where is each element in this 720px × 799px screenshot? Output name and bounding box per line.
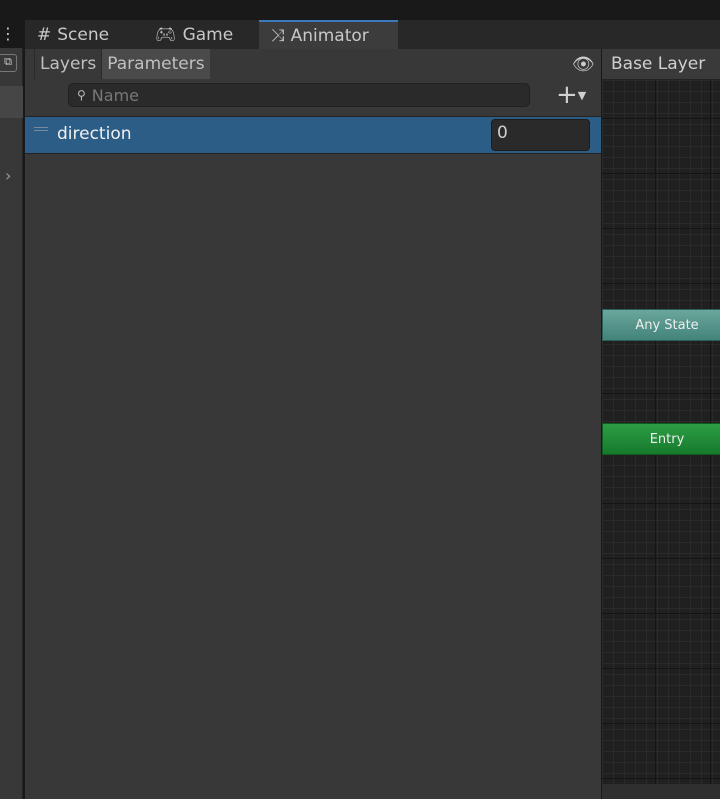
animator-icon: ⤨ bbox=[271, 25, 285, 46]
any-state-node[interactable]: Any State bbox=[602, 309, 720, 341]
left-strip-selection bbox=[0, 86, 23, 118]
gamepad-icon: 🎮︎ bbox=[155, 24, 177, 45]
parameter-value-field[interactable]: 0 bbox=[491, 119, 590, 151]
tab-layers[interactable]: Layers bbox=[34, 49, 101, 79]
left-strip: ⧉ › bbox=[0, 48, 23, 799]
graph-scrollbar[interactable] bbox=[602, 784, 720, 799]
tab-animator[interactable]: ⤨ Animator bbox=[259, 20, 398, 49]
eye-icon[interactable]: 👁︎ bbox=[572, 54, 595, 75]
tab-bar: # Scene 🎮︎ Game ⤨ Animator bbox=[25, 20, 720, 49]
search-input[interactable]: ⚲ Name bbox=[68, 83, 530, 107]
parameters-panel bbox=[25, 49, 601, 799]
tab-parameters[interactable]: Parameters bbox=[101, 49, 210, 79]
dropdown-arrow-icon: ▼ bbox=[577, 89, 587, 102]
layer-breadcrumb[interactable]: Base Layer bbox=[602, 49, 720, 80]
tab-game[interactable]: 🎮︎ Game bbox=[143, 20, 258, 49]
parameter-name[interactable]: direction bbox=[57, 124, 132, 144]
search-placeholder: Name bbox=[91, 85, 139, 105]
add-parameter-button[interactable]: +▼ bbox=[556, 80, 586, 110]
maximize-icon[interactable]: ⧉ bbox=[0, 54, 17, 72]
more-menu-icon[interactable]: ⋮ bbox=[0, 24, 16, 44]
tab-scene[interactable]: # Scene bbox=[25, 20, 140, 49]
layers-parameters-tabs: Layers Parameters bbox=[34, 49, 210, 79]
chevron-right-icon[interactable]: › bbox=[5, 166, 11, 185]
entry-node[interactable]: Entry bbox=[602, 423, 720, 455]
drag-handle-icon[interactable] bbox=[34, 127, 48, 131]
search-icon: ⚲ bbox=[77, 88, 86, 102]
grid-icon: # bbox=[37, 24, 52, 45]
